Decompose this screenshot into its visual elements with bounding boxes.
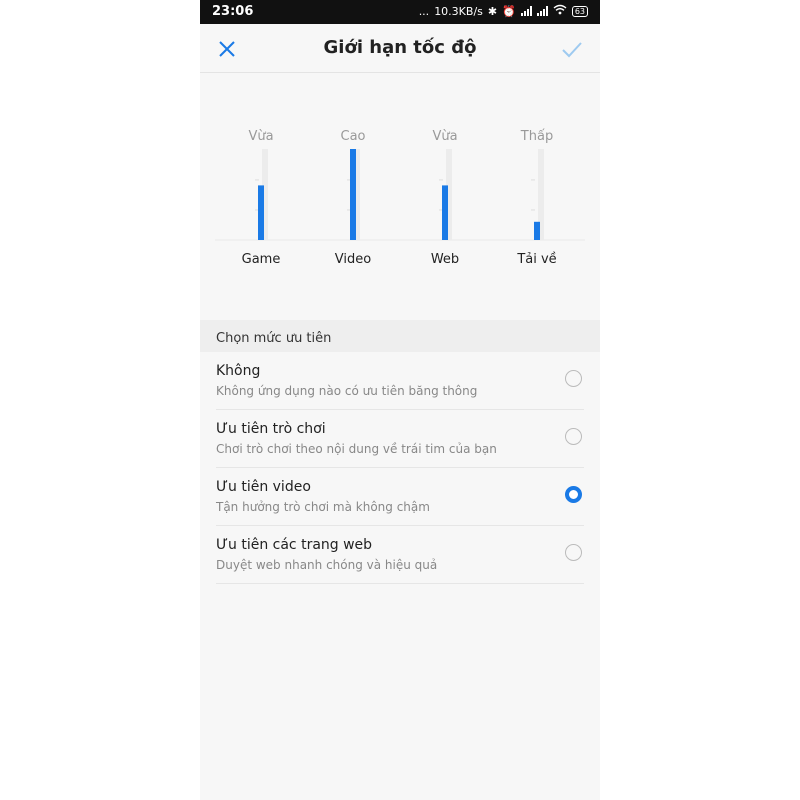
option-title: Ưu tiên trò chơi — [216, 421, 326, 437]
battery-icon: 63 — [571, 5, 588, 17]
bluetooth-icon: ✱ — [487, 4, 498, 18]
bar-2 — [442, 185, 448, 240]
bar-category-label: Game — [242, 252, 281, 267]
radio-button[interactable] — [565, 544, 582, 561]
wifi-icon — [553, 4, 567, 18]
bar-category-label: Video — [335, 252, 371, 267]
app-header: Giới hạn tốc độ — [200, 24, 600, 73]
option-subtitle: Không ứng dụng nào có ưu tiên băng thông — [216, 384, 478, 398]
priority-options: Không Không ứng dụng nào có ưu tiên băng… — [200, 352, 600, 584]
signal-icon-2 — [536, 6, 548, 16]
option-subtitle: Tận hưởng trò chơi mà không chậm — [216, 500, 430, 514]
option-subtitle: Duyệt web nhanh chóng và hiệu quả — [216, 558, 438, 572]
option-game[interactable]: Ưu tiên trò chơi Chơi trò chơi theo nội … — [216, 410, 584, 468]
option-title: Ưu tiên video — [216, 479, 311, 495]
bar-category-label: Web — [431, 252, 459, 267]
speed-chart: Vừa Game Cao Video Vừa Web Thấp Tải về — [215, 122, 585, 272]
option-title: Ưu tiên các trang web — [216, 537, 373, 553]
bar-category-label: Tải về — [516, 252, 556, 267]
signal-icon — [520, 6, 532, 16]
bar-level-label: Vừa — [432, 129, 457, 144]
bar-1 — [350, 149, 356, 240]
bar-level-label: Thấp — [520, 129, 553, 144]
radio-button[interactable] — [565, 428, 582, 445]
bar-3 — [534, 221, 540, 240]
section-title: Chọn mức ưu tiên — [216, 331, 332, 346]
confirm-button[interactable] — [560, 38, 584, 60]
bar-level-label: Cao — [341, 129, 366, 144]
more-dots: ... — [418, 4, 430, 18]
bar-0 — [258, 185, 264, 240]
phone-screen: 23:06 ... 10.3KB/s ✱ ⏰ 63 Giới hạn tốc đ… — [200, 0, 600, 800]
option-video[interactable]: Ưu tiên video Tận hưởng trò chơi mà khôn… — [216, 468, 584, 526]
page-title: Giới hạn tốc độ — [323, 37, 477, 58]
status-time: 23:06 — [212, 4, 254, 19]
option-title: Không — [216, 363, 261, 379]
check-icon — [562, 42, 582, 58]
network-speed: 10.3KB/s — [434, 4, 483, 18]
bar-level-label: Vừa — [248, 129, 273, 144]
alarm-icon: ⏰ — [502, 4, 516, 18]
option-web[interactable]: Ưu tiên các trang web Duyệt web nhanh ch… — [216, 526, 584, 584]
option-subtitle: Chơi trò chơi theo nội dung về trái tim … — [216, 442, 497, 456]
status-bar: 23:06 ... 10.3KB/s ✱ ⏰ 63 — [200, 0, 600, 24]
radio-button[interactable] — [565, 486, 582, 503]
section-header: Chọn mức ưu tiên — [200, 320, 600, 352]
option-none[interactable]: Không Không ứng dụng nào có ưu tiên băng… — [216, 352, 584, 410]
radio-button[interactable] — [565, 370, 582, 387]
status-indicators: ... 10.3KB/s ✱ ⏰ 63 — [419, 4, 588, 18]
